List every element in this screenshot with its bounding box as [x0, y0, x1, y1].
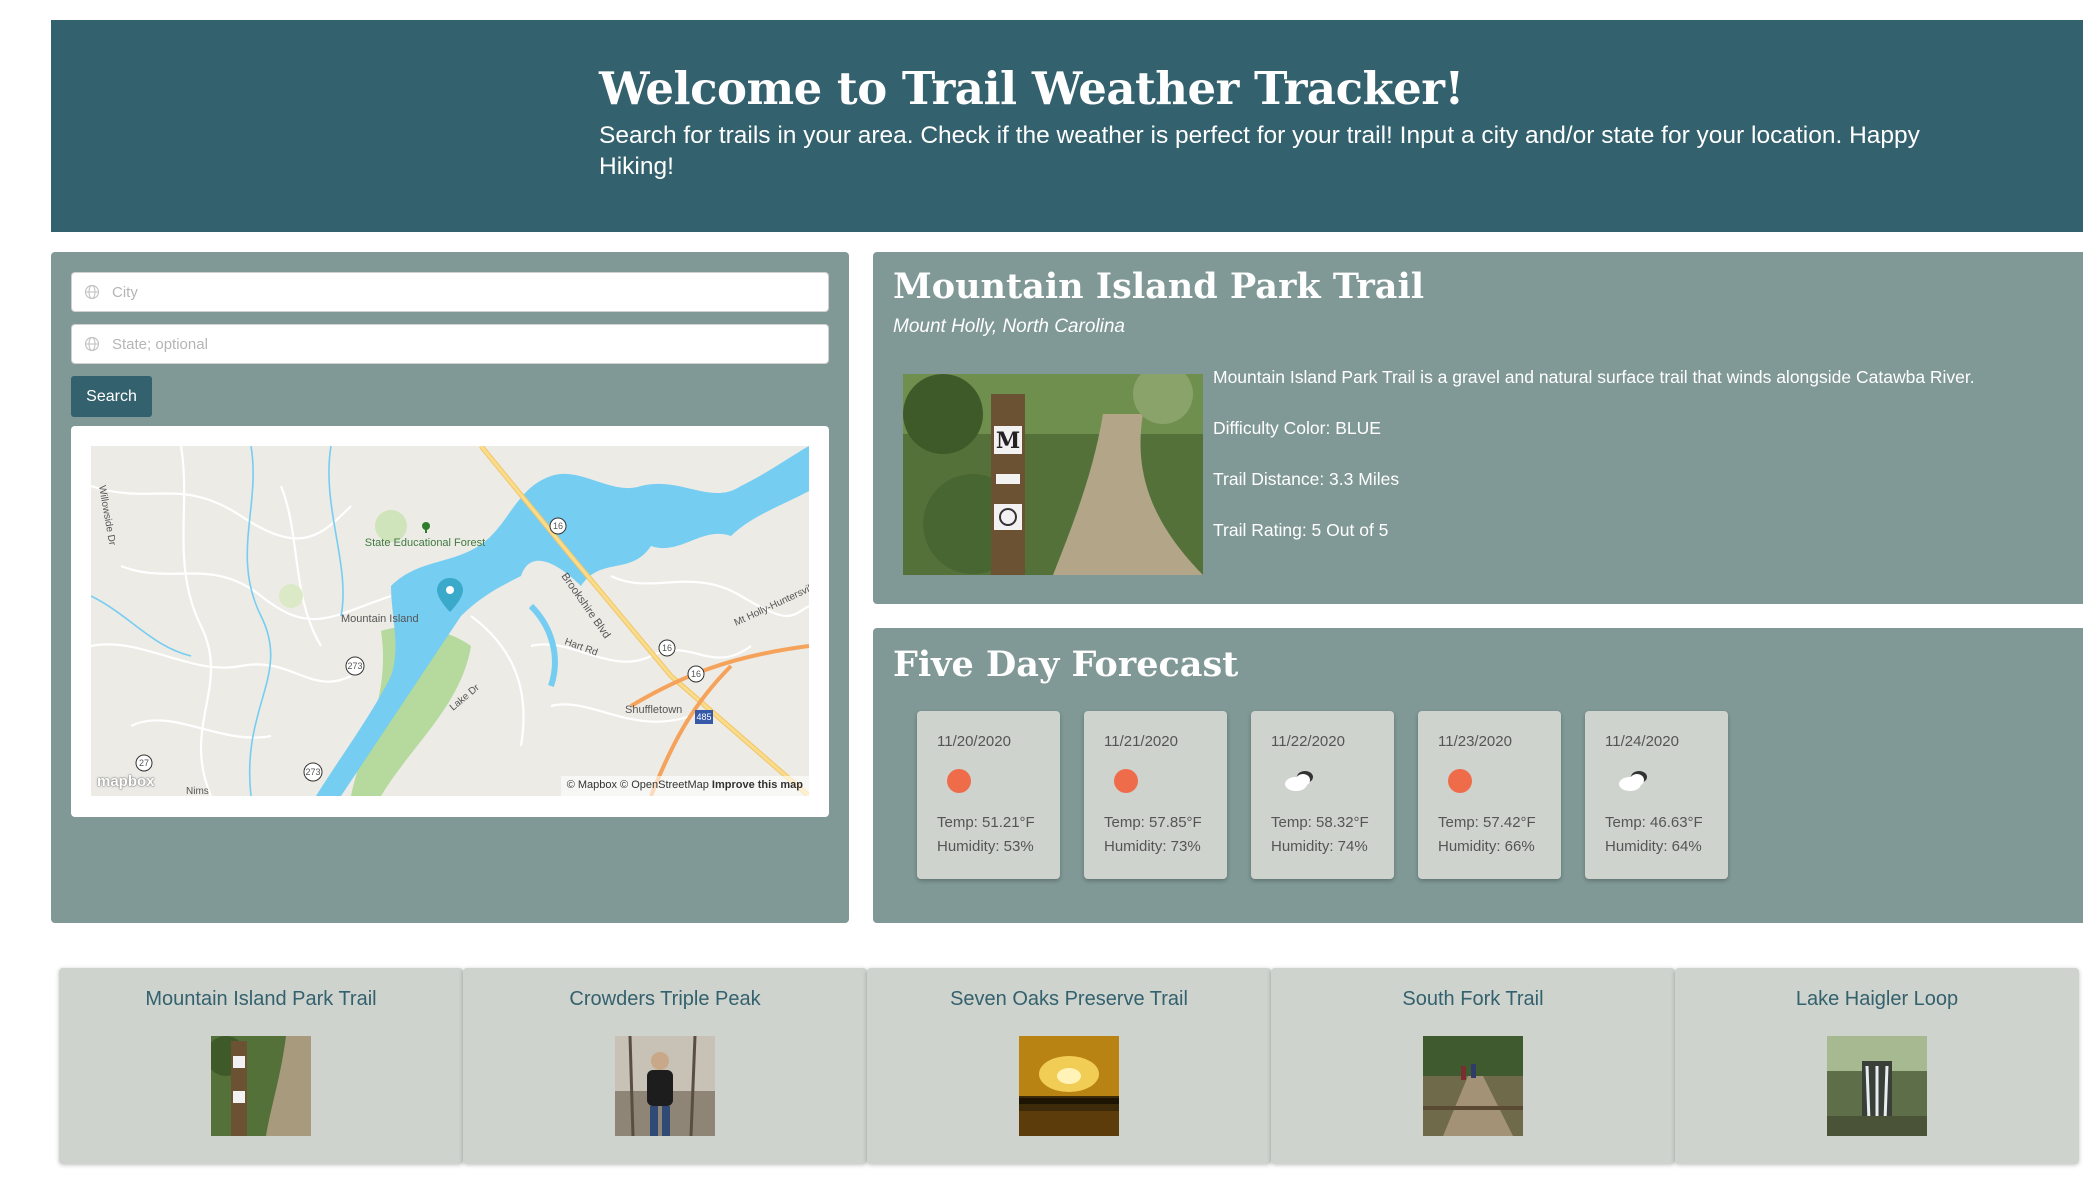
- trail-card[interactable]: Lake Haigler Loop: [1675, 968, 2079, 1164]
- trail-card-name: Seven Oaks Preserve Trail: [950, 988, 1188, 1010]
- svg-text:16: 16: [662, 643, 672, 653]
- trail-description: Mountain Island Park Trail is a gravel a…: [1213, 367, 1975, 387]
- city-input[interactable]: [112, 273, 812, 311]
- globe-icon: [84, 284, 100, 300]
- svg-text:Shuffletown: Shuffletown: [625, 704, 682, 716]
- cloud-icon: [1619, 771, 1647, 791]
- search-button[interactable]: Search: [71, 376, 152, 417]
- svg-text:Mountain Island: Mountain Island: [341, 613, 419, 625]
- map-card: 16 16 16 273 273 27 485 State Educationa…: [71, 426, 829, 817]
- trail-card-name: Lake Haigler Loop: [1795, 988, 1959, 1010]
- forecast-humidity: Humidity: 53%: [937, 838, 1034, 855]
- trail-distance: Trail Distance: 3.3 Miles: [1213, 469, 1400, 489]
- forecast-temp: Temp: 51.21°F: [937, 814, 1035, 831]
- trail-marker-m-icon: M: [996, 428, 1020, 454]
- map-attribution-text: © Mapbox © OpenStreetMap: [566, 779, 709, 791]
- search-panel: Search: [51, 252, 849, 923]
- cloud-icon: [1285, 771, 1313, 791]
- forecast-day-card: 11/21/2020 Temp: 57.85°F Humidity: 73%: [1084, 711, 1227, 879]
- trail-card[interactable]: Seven Oaks Preserve Trail: [867, 968, 1271, 1164]
- forecast-humidity: Humidity: 73%: [1104, 838, 1201, 855]
- forecast-date: 11/21/2020: [1104, 733, 1178, 750]
- forecast-date: 11/24/2020: [1605, 733, 1679, 750]
- forecast-day-card: 11/24/2020 Temp: 46.63°F Humidity: 64%: [1585, 711, 1728, 879]
- forecast-humidity: Humidity: 64%: [1605, 838, 1702, 855]
- trail-card-thumbnail[interactable]: [1019, 1036, 1119, 1136]
- forecast-temp: Temp: 57.85°F: [1104, 814, 1202, 831]
- forecast-temp: Temp: 57.42°F: [1438, 814, 1536, 831]
- forecast-date: 11/20/2020: [937, 733, 1011, 750]
- forecast-day-card: 11/20/2020 Temp: 51.21°F Humidity: 53%: [917, 711, 1060, 879]
- forecast-panel: Five Day Forecast 11/20/2020 Temp: 51.21…: [873, 628, 2083, 923]
- forecast-humidity: Humidity: 66%: [1438, 838, 1535, 855]
- trail-card-thumbnail[interactable]: [211, 1036, 311, 1136]
- trail-title: Mountain Island Park Trail: [893, 266, 1425, 307]
- page-header: Welcome to Trail Weather Tracker! Search…: [51, 20, 2083, 232]
- trail-card-thumbnail[interactable]: [1827, 1036, 1927, 1136]
- svg-text:27: 27: [139, 758, 149, 768]
- sun-icon: [1114, 769, 1138, 793]
- mapbox-logo[interactable]: mapbox: [97, 773, 155, 790]
- state-input[interactable]: [112, 325, 812, 363]
- trail-card-thumbnail[interactable]: [615, 1036, 715, 1136]
- trail-difficulty: Difficulty Color: BLUE: [1213, 418, 1381, 438]
- svg-text:485: 485: [696, 712, 711, 722]
- state-field[interactable]: [71, 324, 829, 364]
- sun-icon: [947, 769, 971, 793]
- trail-map[interactable]: 16 16 16 273 273 27 485 State Educationa…: [91, 446, 809, 796]
- forecast-date: 11/23/2020: [1438, 733, 1512, 750]
- trail-location: Mount Holly, North Carolina: [893, 316, 1125, 337]
- forecast-date: 11/22/2020: [1271, 733, 1345, 750]
- svg-text:16: 16: [553, 521, 563, 531]
- trail-card-name: South Fork Trail: [1402, 988, 1544, 1010]
- forecast-title: Five Day Forecast: [893, 644, 1239, 685]
- svg-text:273: 273: [305, 767, 320, 777]
- trail-photo: M: [903, 374, 1203, 575]
- page-title: Welcome to Trail Weather Tracker!: [599, 62, 1464, 115]
- svg-text:16: 16: [691, 669, 701, 679]
- svg-text:State Educational Forest: State Educational Forest: [365, 537, 485, 549]
- trail-card-name: Crowders Triple Peak: [569, 988, 761, 1010]
- trail-card-thumbnail[interactable]: [1423, 1036, 1523, 1136]
- improve-map-link[interactable]: Improve this map: [712, 779, 803, 791]
- sun-icon: [1448, 769, 1472, 793]
- trail-detail-panel: Mountain Island Park Trail Mount Holly, …: [873, 252, 2083, 604]
- page-subtitle: Search for trails in your area. Check if…: [599, 122, 1920, 180]
- map-attribution: © Mapbox © OpenStreetMap Improve this ma…: [560, 776, 809, 796]
- trail-card-name: Mountain Island Park Trail: [145, 988, 377, 1010]
- forecast-temp: Temp: 58.32°F: [1271, 814, 1369, 831]
- svg-text:Nims: Nims: [186, 786, 209, 796]
- trail-card[interactable]: South Fork Trail: [1271, 968, 1675, 1164]
- svg-text:273: 273: [347, 661, 362, 671]
- forecast-humidity: Humidity: 74%: [1271, 838, 1368, 855]
- trail-card[interactable]: Crowders Triple Peak: [463, 968, 867, 1164]
- forecast-temp: Temp: 46.63°F: [1605, 814, 1703, 831]
- city-field[interactable]: [71, 272, 829, 312]
- trail-info: Mountain Island Park Trail is a gravel a…: [1213, 365, 1975, 569]
- trail-rating: Trail Rating: 5 Out of 5: [1213, 520, 1389, 540]
- trail-card[interactable]: Mountain Island Park Trail: [59, 968, 463, 1164]
- forecast-day-card: 11/22/2020 Temp: 58.32°F Humidity: 74%: [1251, 711, 1394, 879]
- forecast-day-card: 11/23/2020 Temp: 57.42°F Humidity: 66%: [1418, 711, 1561, 879]
- globe-icon: [84, 336, 100, 352]
